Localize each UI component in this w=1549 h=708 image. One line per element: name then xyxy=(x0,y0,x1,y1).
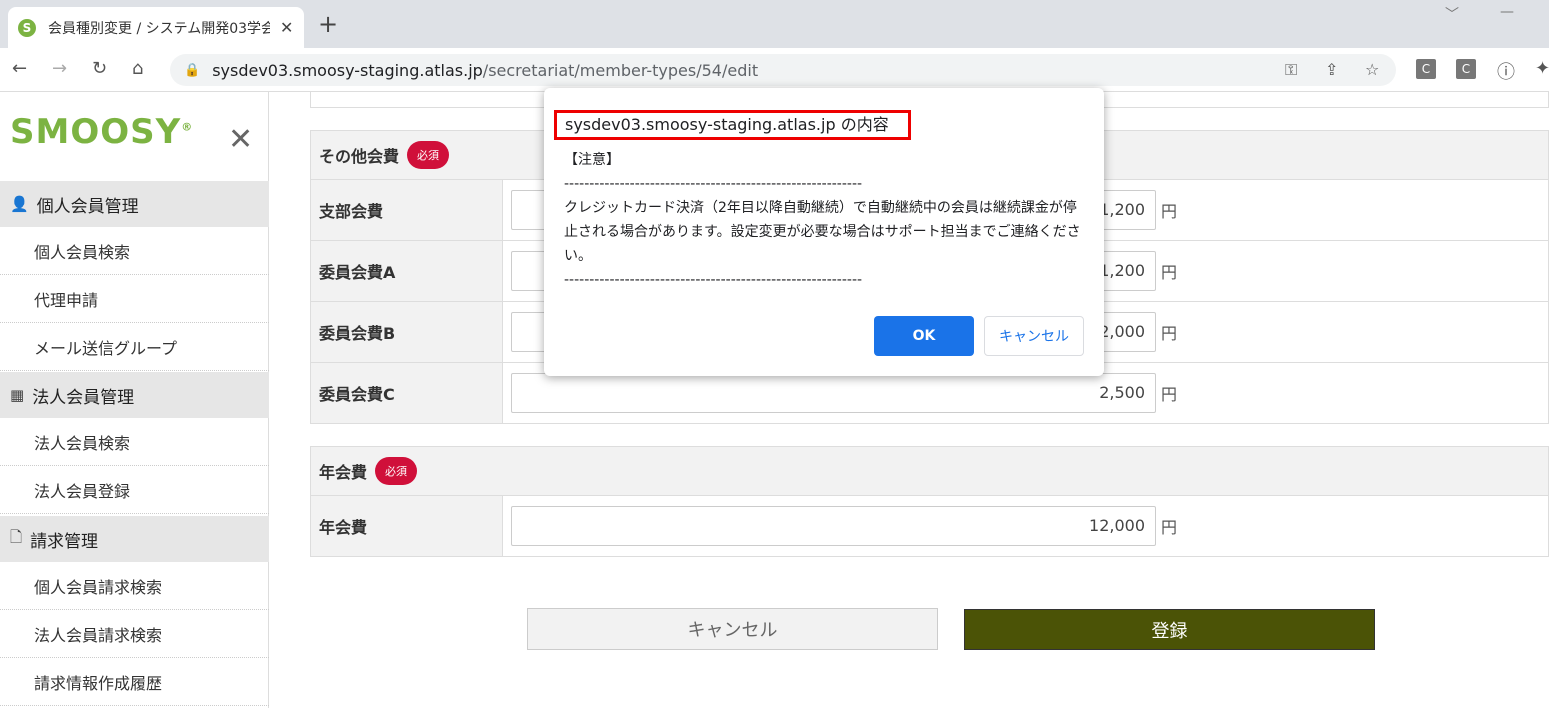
dialog-ok-button[interactable]: OK xyxy=(874,316,974,356)
minimize-icon[interactable]: — xyxy=(1500,4,1514,20)
bookmark-star-icon[interactable]: ☆ xyxy=(1365,60,1379,79)
currency-unit: 円 xyxy=(1161,518,1178,537)
dialog-separator: ----------------------------------------… xyxy=(564,176,863,192)
required-badge: 必須 xyxy=(375,457,418,485)
group-title: 年会費 xyxy=(319,463,368,482)
sidebar-section-corporate[interactable]: ▦ 法人会員管理 xyxy=(0,372,269,418)
tab-title: 会員種別変更 / システム開発03学会 xyxy=(48,20,270,37)
tab-close-icon[interactable]: ✕ xyxy=(280,18,293,37)
fee-row: 年会費 12,000 円 xyxy=(310,496,1549,557)
tab-search-chevron-icon[interactable]: ﹀ xyxy=(1445,4,1459,24)
back-arrow-icon[interactable]: ← xyxy=(12,58,27,79)
dialog-separator: ----------------------------------------… xyxy=(564,272,863,288)
url-path: /secretariat/member-types/54/edit xyxy=(482,60,759,80)
dialog-body: 【注意】 -----------------------------------… xyxy=(564,148,1084,292)
currency-unit: 円 xyxy=(1161,385,1178,404)
url-field[interactable]: 🔒 sysdev03.smoosy-staging.atlas.jp/secre… xyxy=(170,54,1396,86)
document-icon: 🗋 xyxy=(10,527,23,546)
sidebar: SMOOSY® ✕ 👤 個人会員管理 個人会員検索 代理申請 メール送信グループ … xyxy=(0,92,269,708)
sidebar-item-corporate-search[interactable]: 法人会員検索 xyxy=(0,418,269,466)
fee-label: 委員会費C xyxy=(311,363,503,423)
section-label: 個人会員管理 xyxy=(36,196,139,217)
currency-unit: 円 xyxy=(1161,263,1178,282)
sidebar-section-billing[interactable]: 🗋 請求管理 xyxy=(0,516,269,562)
site-favicon-icon: S xyxy=(18,18,36,37)
section-label: 法人会員管理 xyxy=(32,387,135,408)
sidebar-item-billing-history[interactable]: 請求情報作成履歴 xyxy=(0,658,269,706)
logo-registered-mark: ® xyxy=(181,120,194,134)
annual-fee-header: 年会費 必須 xyxy=(310,446,1549,496)
address-bar: ← → ↻ ⌂ 🔒 sysdev03.smoosy-staging.atlas.… xyxy=(0,48,1549,92)
new-tab-icon[interactable]: + xyxy=(318,10,338,38)
fee-label: 委員会費A xyxy=(311,241,503,301)
alert-dialog: sysdev03.smoosy-staging.atlas.jp の内容 【注意… xyxy=(544,88,1104,376)
home-icon[interactable]: ⌂ xyxy=(132,58,143,79)
browser-tab-strip: S 会員種別変更 / システム開発03学会 ✕ + ﹀ — xyxy=(0,0,1549,48)
lock-icon[interactable]: 🔒 xyxy=(184,63,200,78)
required-badge: 必須 xyxy=(407,141,450,169)
logo-text: SMOOSY xyxy=(10,112,182,152)
dialog-cancel-button[interactable]: キャンセル xyxy=(984,316,1084,356)
sidebar-item-individual-search[interactable]: 個人会員検索 xyxy=(0,227,269,275)
dialog-message: クレジットカード決済（2年目以降自動継続）で自動継続中の会員は継続課金が停止され… xyxy=(564,200,1081,264)
form-cancel-button[interactable]: キャンセル xyxy=(527,608,938,650)
dialog-title: sysdev03.smoosy-staging.atlas.jp の内容 xyxy=(554,110,911,140)
fee-label: 委員会費B xyxy=(311,302,503,362)
annual-fee-input[interactable]: 12,000 xyxy=(511,506,1156,546)
sidebar-item-corporate-register[interactable]: 法人会員登録 xyxy=(0,466,269,514)
info-extension-icon[interactable]: ⓘ xyxy=(1497,58,1515,84)
extension-c1-icon[interactable]: C xyxy=(1416,59,1436,79)
fee-label: 年会費 xyxy=(311,496,503,556)
group-title: その他会費 xyxy=(319,147,400,166)
sidebar-section-individual[interactable]: 👤 個人会員管理 xyxy=(0,181,269,227)
extensions-puzzle-icon[interactable]: ✦ xyxy=(1535,58,1549,79)
sidebar-item-individual-billing-search[interactable]: 個人会員請求検索 xyxy=(0,562,269,610)
committee-c-fee-input[interactable]: 2,500 xyxy=(511,373,1156,413)
sidebar-item-proxy-application[interactable]: 代理申請 xyxy=(0,275,269,323)
forward-arrow-icon[interactable]: → xyxy=(52,58,67,79)
dialog-notice: 【注意】 xyxy=(564,152,620,168)
section-label: 請求管理 xyxy=(30,531,99,552)
extension-c2-icon[interactable]: C xyxy=(1456,59,1476,79)
url-host: sysdev03.smoosy-staging.atlas.jp xyxy=(212,60,483,80)
share-icon[interactable]: ⇪ xyxy=(1325,60,1338,79)
key-icon[interactable]: ⚿ xyxy=(1285,60,1297,80)
sidebar-item-corporate-billing-search[interactable]: 法人会員請求検索 xyxy=(0,610,269,658)
close-sidebar-icon[interactable]: ✕ xyxy=(228,122,253,157)
smoosy-logo[interactable]: SMOOSY® xyxy=(10,112,193,152)
currency-unit: 円 xyxy=(1161,202,1178,221)
sidebar-item-mail-group[interactable]: メール送信グループ xyxy=(0,323,269,371)
fee-label: 支部会費 xyxy=(311,180,503,240)
building-icon: ▦ xyxy=(10,386,25,404)
person-icon: 👤 xyxy=(10,195,29,213)
reload-icon[interactable]: ↻ xyxy=(92,58,107,79)
browser-tab[interactable]: S 会員種別変更 / システム開発03学会 ✕ xyxy=(8,7,304,48)
register-button[interactable]: 登録 xyxy=(964,609,1375,650)
currency-unit: 円 xyxy=(1161,324,1178,343)
